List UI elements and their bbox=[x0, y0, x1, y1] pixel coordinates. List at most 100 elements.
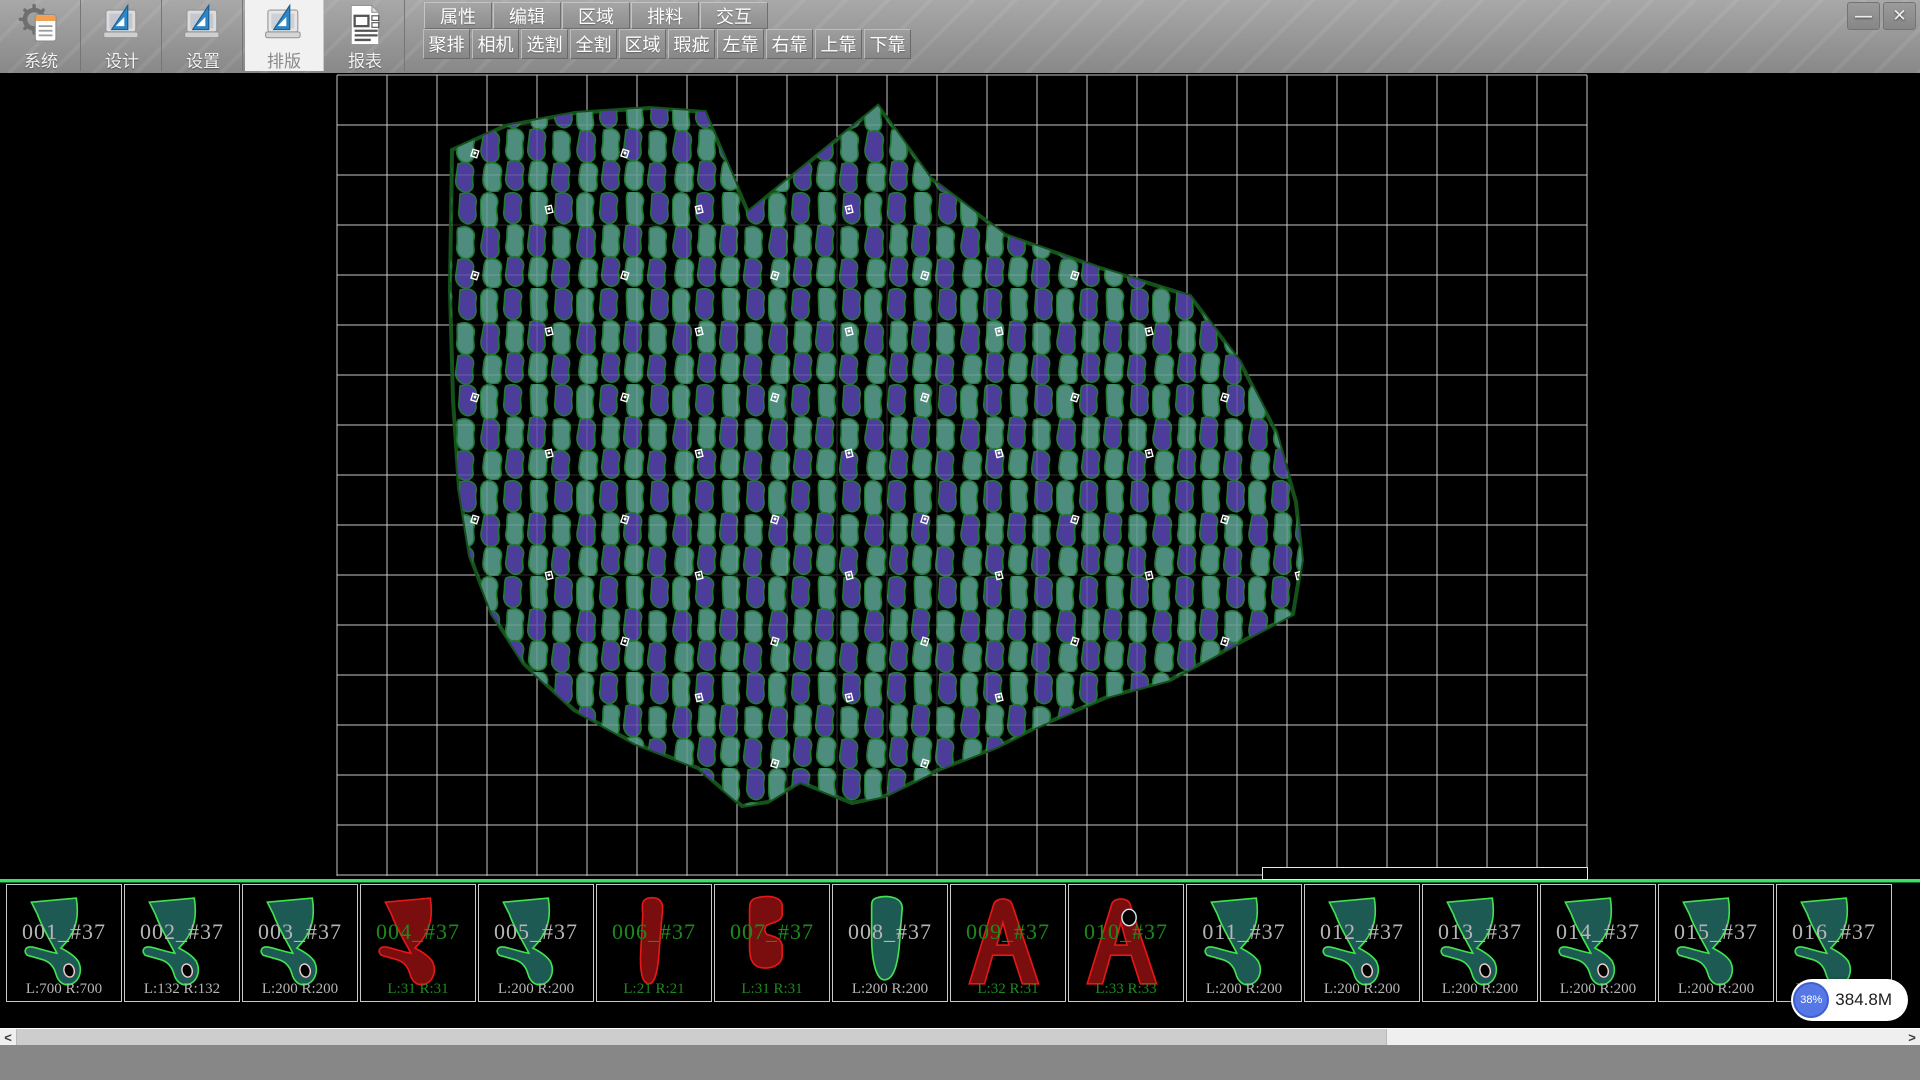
piece-thumbnail[interactable]: 005_#37 L:200 R:200 bbox=[478, 884, 594, 1002]
piece-lr-count-label: L:200 R:200 bbox=[833, 981, 947, 998]
piece-lr-count-label: L:33 R:33 bbox=[1069, 981, 1183, 998]
piece-id-label: 015_#37 bbox=[1659, 919, 1773, 945]
piece-lr-count-label: L:200 R:200 bbox=[479, 981, 593, 998]
piece-lr-count-label: L:200 R:200 bbox=[1187, 981, 1301, 998]
progress-percent: 38% bbox=[1800, 994, 1822, 1006]
piece-id-label: 007_#37 bbox=[715, 919, 829, 945]
tool-button-label: 聚排 bbox=[429, 31, 465, 57]
tool-buttons: 聚排 相机 选割 全割 区域 瑕疵 bbox=[423, 29, 913, 59]
menu-tab-label: 编辑 bbox=[509, 3, 545, 29]
piece-thumbnail[interactable]: 004_#37 L:31 R:31 bbox=[360, 884, 476, 1002]
mode-button-label: 报表 bbox=[348, 47, 382, 72]
selection-box[interactable] bbox=[1262, 867, 1588, 880]
mode-button-label: 设计 bbox=[105, 47, 139, 72]
piece-id-label: 013_#37 bbox=[1423, 919, 1537, 945]
tool-button[interactable]: 下靠 bbox=[864, 29, 911, 59]
tool-button-label: 区域 bbox=[625, 31, 661, 57]
menu-tab-label: 交互 bbox=[716, 3, 752, 29]
tool-button[interactable]: 聚排 bbox=[423, 29, 470, 59]
memory-usage: 384.8M bbox=[1835, 990, 1892, 1010]
design-ruler-icon bbox=[99, 2, 145, 46]
progress-badge: 38% 384.8M bbox=[1791, 979, 1908, 1021]
piece-lr-count-label: L:21 R:21 bbox=[597, 981, 711, 998]
tool-button[interactable]: 瑕疵 bbox=[668, 29, 715, 59]
tool-button-label: 瑕疵 bbox=[674, 31, 710, 57]
tool-button[interactable]: 全割 bbox=[570, 29, 617, 59]
piece-thumbnail[interactable]: 011_#37 L:200 R:200 bbox=[1186, 884, 1302, 1002]
piece-thumbnail[interactable]: 006_#37 L:21 R:21 bbox=[596, 884, 712, 1002]
piece-lr-count-label: L:31 R:31 bbox=[715, 981, 829, 998]
progress-circle: 38% bbox=[1793, 982, 1829, 1018]
piece-thumbnail[interactable]: 008_#37 L:200 R:200 bbox=[832, 884, 948, 1002]
mode-button[interactable]: 系统 bbox=[2, 0, 81, 71]
tool-button[interactable]: 选割 bbox=[521, 29, 568, 59]
piece-lr-count-label: L:31 R:31 bbox=[361, 981, 475, 998]
mode-button-label: 排版 bbox=[267, 47, 301, 72]
separator-line bbox=[0, 879, 1920, 883]
piece-id-label: 003_#37 bbox=[243, 919, 357, 945]
piece-lr-count-label: L:32 R:31 bbox=[951, 981, 1065, 998]
tool-button[interactable]: 左靠 bbox=[717, 29, 764, 59]
menu-tab[interactable]: 属性 bbox=[424, 2, 492, 29]
mode-button[interactable]: 设置 bbox=[164, 0, 243, 71]
menu-tab-label: 排料 bbox=[647, 3, 683, 29]
scrollbar-thumb[interactable] bbox=[16, 1029, 1387, 1045]
piece-thumbnail[interactable]: 013_#37 L:200 R:200 bbox=[1422, 884, 1538, 1002]
tool-button[interactable]: 相机 bbox=[472, 29, 519, 59]
mode-button[interactable]: 排版 bbox=[245, 0, 324, 71]
piece-id-label: 005_#37 bbox=[479, 919, 593, 945]
mode-button[interactable]: 设计 bbox=[83, 0, 162, 71]
menu-tab-label: 属性 bbox=[440, 3, 476, 29]
system-gear-icon bbox=[18, 2, 64, 46]
menu-tab[interactable]: 编辑 bbox=[493, 2, 561, 29]
nesting-canvas[interactable] bbox=[0, 73, 1920, 876]
piece-id-label: 001_#37 bbox=[7, 919, 121, 945]
menu-tabs: 属性 编辑 区域 排料 交互 bbox=[424, 2, 769, 29]
piece-thumbnail[interactable]: 009_#37 L:32 R:31 bbox=[950, 884, 1066, 1002]
menu-tab[interactable]: 区域 bbox=[562, 2, 630, 29]
tool-button-label: 相机 bbox=[478, 31, 514, 57]
piece-id-label: 014_#37 bbox=[1541, 919, 1655, 945]
piece-thumbnail[interactable]: 002_#37 L:132 R:132 bbox=[124, 884, 240, 1002]
piece-id-label: 010_#37 bbox=[1069, 919, 1183, 945]
piece-lr-count-label: L:200 R:200 bbox=[243, 981, 357, 998]
scroll-left-arrow-icon[interactable]: < bbox=[0, 1029, 16, 1045]
piece-thumbnail[interactable]: 010_#37 L:33 R:33 bbox=[1068, 884, 1184, 1002]
minimize-button[interactable]: — bbox=[1847, 2, 1880, 30]
piece-thumbnail[interactable]: 007_#37 L:31 R:31 bbox=[714, 884, 830, 1002]
piece-lr-count-label: L:200 R:200 bbox=[1659, 981, 1773, 998]
tool-button-label: 选割 bbox=[527, 31, 563, 57]
minimize-icon: — bbox=[1855, 6, 1872, 26]
scroll-right-arrow-icon[interactable]: > bbox=[1904, 1029, 1920, 1045]
menu-tab[interactable]: 排料 bbox=[631, 2, 699, 29]
piece-id-label: 009_#37 bbox=[951, 919, 1065, 945]
canvas-svg bbox=[0, 73, 1920, 876]
mode-button-label: 设置 bbox=[186, 47, 220, 72]
tool-button[interactable]: 右靠 bbox=[766, 29, 813, 59]
piece-id-label: 008_#37 bbox=[833, 919, 947, 945]
piece-thumbnail[interactable]: 012_#37 L:200 R:200 bbox=[1304, 884, 1420, 1002]
nesting-ruler-icon bbox=[261, 2, 307, 46]
main-toolbar: 系统 设计 设置 排版 报表 bbox=[0, 0, 1920, 74]
piece-thumbnail[interactable]: 001_#37 L:700 R:700 bbox=[6, 884, 122, 1002]
piece-lr-count-label: L:200 R:200 bbox=[1541, 981, 1655, 998]
piece-id-label: 016_#37 bbox=[1777, 919, 1891, 945]
piece-id-label: 011_#37 bbox=[1187, 919, 1301, 945]
horizontal-scrollbar[interactable]: < > bbox=[0, 1028, 1920, 1045]
piece-lr-count-label: L:200 R:200 bbox=[1423, 981, 1537, 998]
piece-thumbnail[interactable]: 014_#37 L:200 R:200 bbox=[1540, 884, 1656, 1002]
piece-id-label: 002_#37 bbox=[125, 919, 239, 945]
piece-thumbnail[interactable]: 003_#37 L:200 R:200 bbox=[242, 884, 358, 1002]
piece-id-label: 012_#37 bbox=[1305, 919, 1419, 945]
tool-button[interactable]: 区域 bbox=[619, 29, 666, 59]
menu-tab[interactable]: 交互 bbox=[700, 2, 768, 29]
tool-button-label: 右靠 bbox=[772, 31, 808, 57]
tool-button[interactable]: 上靠 bbox=[815, 29, 862, 59]
mode-button[interactable]: 报表 bbox=[326, 0, 405, 71]
piece-thumbnail[interactable]: 015_#37 L:200 R:200 bbox=[1658, 884, 1774, 1002]
piece-lr-count-label: L:132 R:132 bbox=[125, 981, 239, 998]
close-button[interactable]: ✕ bbox=[1883, 2, 1916, 30]
piece-lr-count-label: L:700 R:700 bbox=[7, 981, 121, 998]
status-bar bbox=[0, 1044, 1920, 1080]
tool-button-label: 下靠 bbox=[870, 31, 906, 57]
